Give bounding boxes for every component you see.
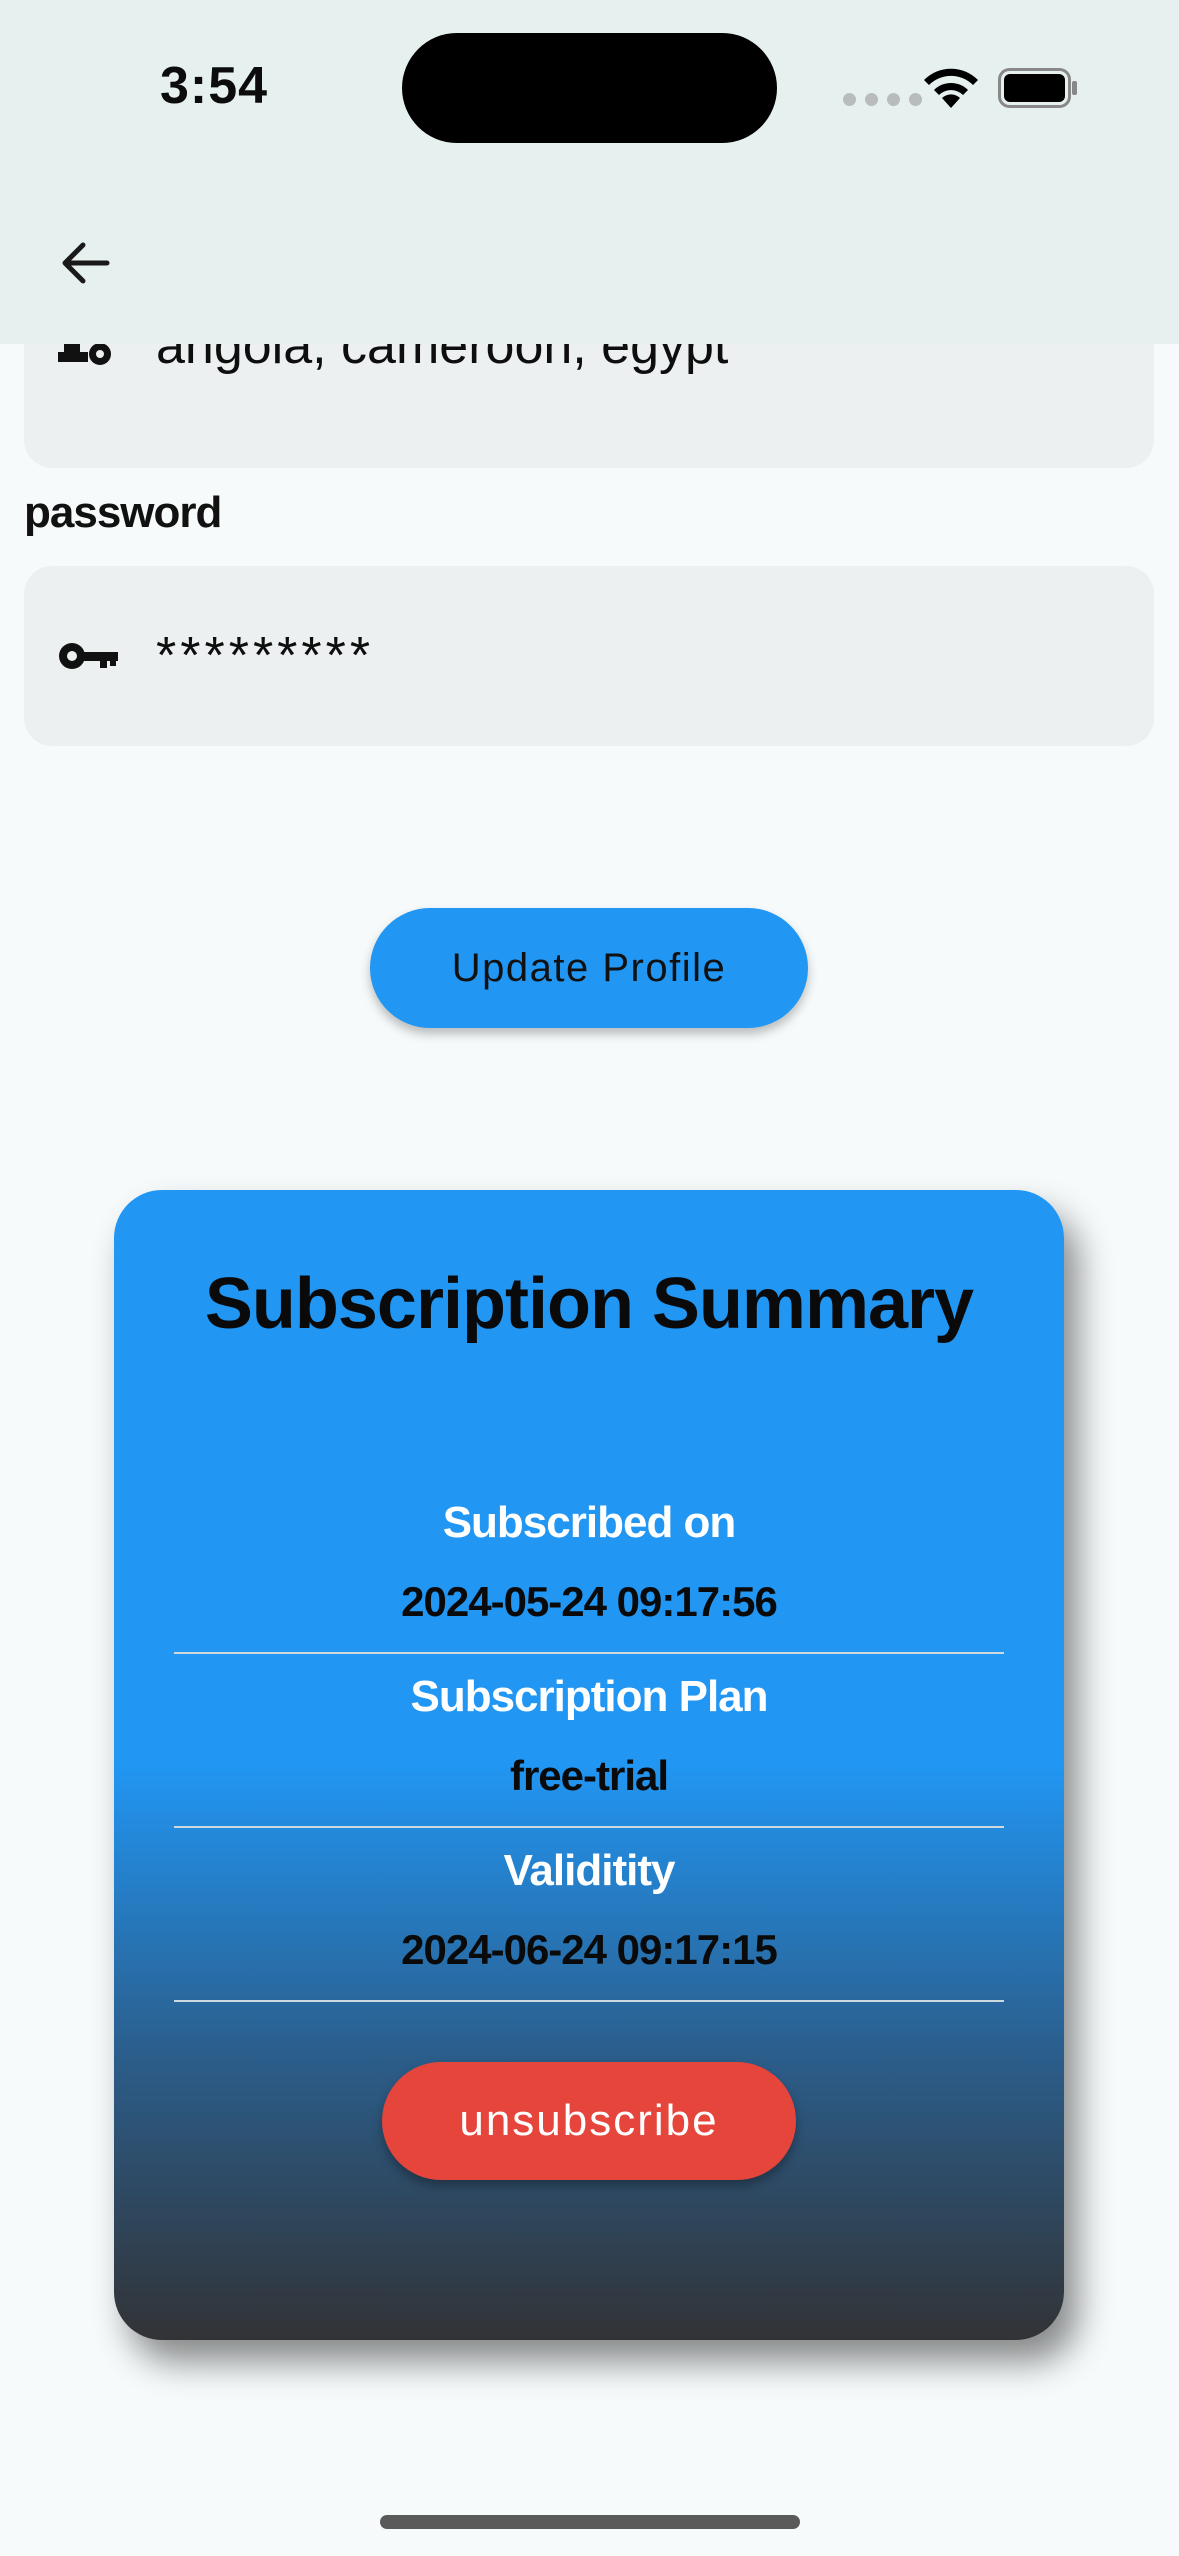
password-label: password: [24, 488, 222, 537]
key-icon: [59, 643, 118, 669]
battery-icon: [998, 68, 1077, 108]
subscribed-on-label: Subscribed on: [442, 1498, 737, 1547]
subscription-plan-value: free-trial: [509, 1752, 669, 1799]
back-button[interactable]: [50, 228, 120, 298]
password-field[interactable]: *********: [24, 566, 1154, 746]
unsubscribe-button[interactable]: unsubscribe: [382, 2062, 796, 2180]
update-profile-button[interactable]: Update Profile: [370, 908, 808, 1028]
home-indicator[interactable]: [380, 2515, 800, 2529]
divider: [174, 1826, 1004, 1828]
validity-value: 2024-06-24 09:17:15: [401, 1926, 778, 1973]
divider: [174, 2000, 1004, 2002]
subscription-plan-label: Subscription Plan: [410, 1672, 768, 1721]
back-arrow-icon: [62, 242, 110, 284]
app-bar: 3:54: [0, 0, 1179, 344]
password-value: *********: [156, 627, 375, 685]
validity-label: Validitity: [503, 1846, 676, 1895]
status-time: 3:54: [160, 57, 269, 115]
wifi-icon: [924, 68, 978, 108]
divider: [174, 1652, 1004, 1654]
subscription-summary-card: Subscription Summary Subscribed on 2024-…: [114, 1190, 1064, 2340]
dynamic-island: [402, 33, 777, 143]
card-title: Subscription Summary: [204, 1264, 974, 1344]
subscribed-on-value: 2024-05-24 09:17:56: [401, 1578, 778, 1625]
cellular-signal-icon: [843, 93, 922, 106]
